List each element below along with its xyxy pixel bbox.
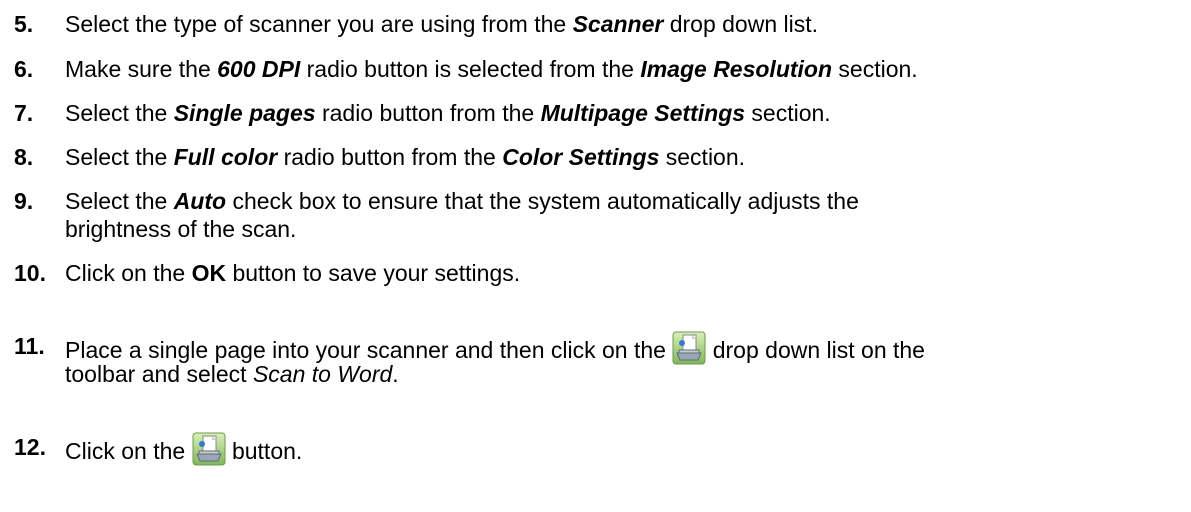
step-text: Select the Full color radio button from … bbox=[65, 144, 746, 170]
step-number: 7. bbox=[14, 100, 34, 126]
term-single-pages: Single pages bbox=[173, 100, 316, 126]
step-number: 9. bbox=[14, 188, 34, 214]
step-number: 10. bbox=[14, 260, 46, 286]
term-scanner: Scanner bbox=[572, 11, 664, 37]
term-color-settings: Color Settings bbox=[502, 144, 660, 170]
step-text: Select the Auto check box to ensure that… bbox=[65, 188, 859, 214]
term-ok: OK bbox=[191, 260, 227, 286]
term-image-resolution: Image Resolution bbox=[640, 56, 833, 82]
term-full-color: Full color bbox=[173, 144, 278, 170]
step-text: brightness of the scan. bbox=[65, 216, 297, 242]
step-text: Click on the OK button to save your sett… bbox=[65, 260, 521, 286]
step-text: Make sure the 600 DPI radio button is se… bbox=[65, 56, 918, 82]
scan-to-word-icon bbox=[192, 432, 226, 466]
term-auto: Auto bbox=[173, 188, 227, 214]
step-number: 5. bbox=[14, 11, 34, 37]
term-600-dpi: 600 DPI bbox=[217, 56, 301, 82]
step-text: Click on the button. bbox=[65, 432, 1175, 466]
step-number: 6. bbox=[14, 56, 34, 82]
step-number: 11. bbox=[14, 333, 45, 359]
term-multipage-settings: Multipage Settings bbox=[540, 100, 746, 126]
step-text: toolbar and select Scan to Word. bbox=[65, 361, 399, 387]
step-text: Select the type of scanner you are using… bbox=[65, 11, 819, 37]
step-number: 8. bbox=[14, 144, 34, 170]
step-number: 12. bbox=[14, 434, 46, 460]
step-text: Select the Single pages radio button fro… bbox=[65, 100, 831, 126]
term-scan-to-word: Scan to Word bbox=[252, 361, 393, 387]
